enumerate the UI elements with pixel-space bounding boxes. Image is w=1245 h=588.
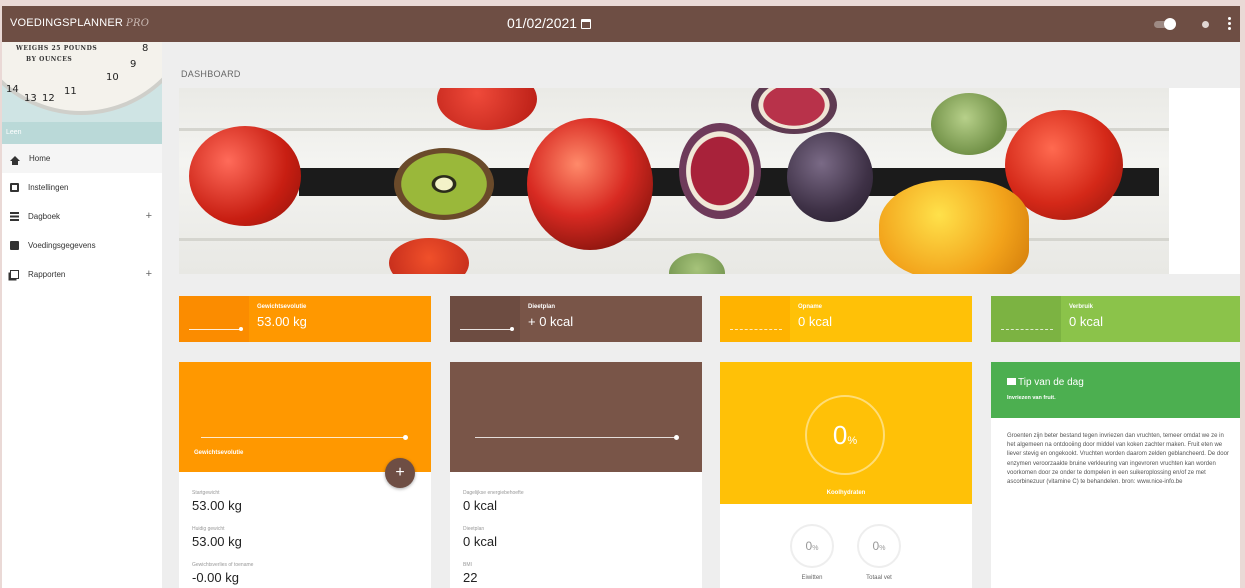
top-bar: VOEDINGSPLANNER PRO 01/02/2021 bbox=[2, 6, 1240, 42]
card-diet: Dagelijkse energiebehoefte 0 kcal Dieetp… bbox=[450, 362, 702, 588]
add-weight-button[interactable]: + bbox=[385, 458, 415, 488]
app-brand[interactable]: VOEDINGSPLANNER PRO bbox=[10, 17, 149, 29]
sidebar-nav: Home Instellingen Dagboek + Voedingsgege… bbox=[2, 144, 162, 289]
tile-opname[interactable]: Opname 0 kcal bbox=[720, 296, 972, 342]
tile-value: + 0 kcal bbox=[528, 314, 574, 329]
scale-text-2: BY OUNCES bbox=[26, 56, 73, 63]
fat-label: Totaal vet bbox=[866, 575, 892, 581]
stat-value: 0 kcal bbox=[463, 534, 497, 549]
card-weight-label: Gewichtsevolutie bbox=[194, 450, 244, 456]
tile-value: 0 kcal bbox=[1069, 314, 1103, 329]
card-diet-chart bbox=[450, 362, 702, 472]
home-icon bbox=[10, 156, 20, 165]
scale-number: 9 bbox=[130, 59, 137, 70]
banner-image bbox=[179, 88, 1169, 274]
scale-number: 13 bbox=[24, 93, 37, 104]
sidebar-item-label: Home bbox=[29, 154, 51, 163]
stat-label: Huidig gewicht bbox=[192, 526, 225, 532]
stat-value: 0 kcal bbox=[463, 498, 497, 513]
status-dot-icon[interactable] bbox=[1202, 21, 1209, 28]
main-content: DASHBOARD Gewichtsevolutie 53.00 kg Diee… bbox=[162, 42, 1240, 588]
card-weight: Gewichtsevolutie + Startgewicht 53.00 kg… bbox=[179, 362, 431, 588]
scale-text-1: WEIGHS 25 POUNDS bbox=[16, 45, 98, 52]
scale-number: 11 bbox=[64, 86, 77, 97]
settings-card-icon bbox=[10, 183, 19, 192]
stat-label: Gewichtsverlies of toename bbox=[192, 562, 254, 568]
expand-icon[interactable]: + bbox=[146, 210, 152, 222]
tip-subtitle: Invriezen van fruit. bbox=[1007, 395, 1056, 401]
scale-image bbox=[2, 42, 162, 115]
sidebar-item-dagboek[interactable]: Dagboek + bbox=[2, 202, 162, 231]
tip-body: Groenten zijn beter bestand tegen invrie… bbox=[1007, 433, 1229, 486]
sidebar-item-label: Instellingen bbox=[28, 183, 69, 192]
card-tip: Tip van de dag Invriezen van fruit. Groe… bbox=[991, 362, 1240, 588]
page-title: DASHBOARD bbox=[181, 69, 241, 79]
stat-label: Dieetplan bbox=[463, 526, 485, 532]
sidebar-item-label: Voedingsgegevens bbox=[28, 241, 96, 250]
profile-header: WEIGHS 25 POUNDS BY OUNCES 14 13 12 11 1… bbox=[2, 42, 162, 144]
tile-value: 53.00 kg bbox=[257, 314, 307, 329]
stat-value: 53.00 kg bbox=[192, 534, 242, 549]
list-icon bbox=[10, 212, 19, 221]
stat-label: Startgewicht bbox=[192, 490, 220, 496]
scale-number: 10 bbox=[106, 72, 119, 83]
tile-label: Verbruik bbox=[1069, 304, 1094, 310]
toggle-knob bbox=[1164, 18, 1176, 30]
current-date: 01/02/2021 bbox=[507, 15, 578, 31]
sidebar-item-instellingen[interactable]: Instellingen bbox=[2, 173, 162, 202]
scale-number: 14 bbox=[6, 84, 19, 95]
protein-donut: 0% bbox=[790, 524, 834, 568]
tip-title: Tip van de dag bbox=[1007, 377, 1084, 388]
fat-donut: 0% bbox=[857, 524, 901, 568]
app-name: VOEDINGSPLANNER bbox=[10, 17, 124, 29]
tile-label: Gewichtsevolutie bbox=[257, 304, 307, 310]
tile-value: 0 kcal bbox=[798, 314, 832, 329]
app-edition: PRO bbox=[126, 18, 150, 29]
card-intake: 0% Koolhydraten 0% Eiwitten 0% Totaal ve… bbox=[720, 362, 972, 588]
tile-label: Dieetplan bbox=[528, 304, 556, 310]
date-picker[interactable]: 01/02/2021 bbox=[507, 15, 592, 31]
sidebar-item-label: Rapporten bbox=[28, 270, 66, 279]
stat-value: 22 bbox=[463, 570, 478, 585]
sidebar: WEIGHS 25 POUNDS BY OUNCES 14 13 12 11 1… bbox=[2, 42, 162, 588]
expand-icon[interactable]: + bbox=[146, 268, 152, 280]
app-window: VOEDINGSPLANNER PRO 01/02/2021 WEIGHS 25 … bbox=[2, 6, 1240, 588]
flag-icon bbox=[1007, 378, 1016, 385]
sidebar-item-rapporten[interactable]: Rapporten + bbox=[2, 260, 162, 289]
stat-value: 53.00 kg bbox=[192, 498, 242, 513]
sidebar-item-voedingsgegevens[interactable]: Voedingsgegevens bbox=[2, 231, 162, 260]
card-weight-chart: Gewichtsevolutie bbox=[179, 362, 431, 472]
profile-name[interactable]: Leen bbox=[2, 122, 162, 144]
sidebar-item-label: Dagboek bbox=[28, 212, 61, 221]
scale-number: 8 bbox=[142, 43, 149, 54]
protein-label: Eiwitten bbox=[801, 575, 823, 581]
carbs-donut: 0% bbox=[805, 395, 885, 475]
sidebar-item-home[interactable]: Home bbox=[2, 144, 162, 173]
stat-value: -0.00 kg bbox=[192, 570, 239, 585]
tile-label: Opname bbox=[798, 304, 823, 310]
tile-verbruik[interactable]: Verbruik 0 kcal bbox=[991, 296, 1240, 342]
reports-icon bbox=[10, 270, 19, 279]
carbs-label: Koolhydraten bbox=[826, 490, 866, 496]
stat-label: Dagelijkse energiebehoefte bbox=[463, 490, 524, 496]
more-vert-icon[interactable] bbox=[1228, 17, 1231, 31]
mode-toggle[interactable] bbox=[1154, 18, 1176, 30]
card-intake-header: 0% Koolhydraten bbox=[720, 362, 972, 504]
scale-number: 12 bbox=[42, 93, 55, 104]
device-icon bbox=[10, 241, 19, 250]
tile-dieetplan[interactable]: Dieetplan + 0 kcal bbox=[450, 296, 702, 342]
tip-header: Tip van de dag Invriezen van fruit. bbox=[991, 362, 1240, 418]
tile-gewichtsevolutie[interactable]: Gewichtsevolutie 53.00 kg bbox=[179, 296, 431, 342]
stat-label: BMI bbox=[463, 562, 472, 568]
calendar-icon[interactable] bbox=[581, 19, 592, 29]
banner bbox=[179, 88, 1240, 274]
